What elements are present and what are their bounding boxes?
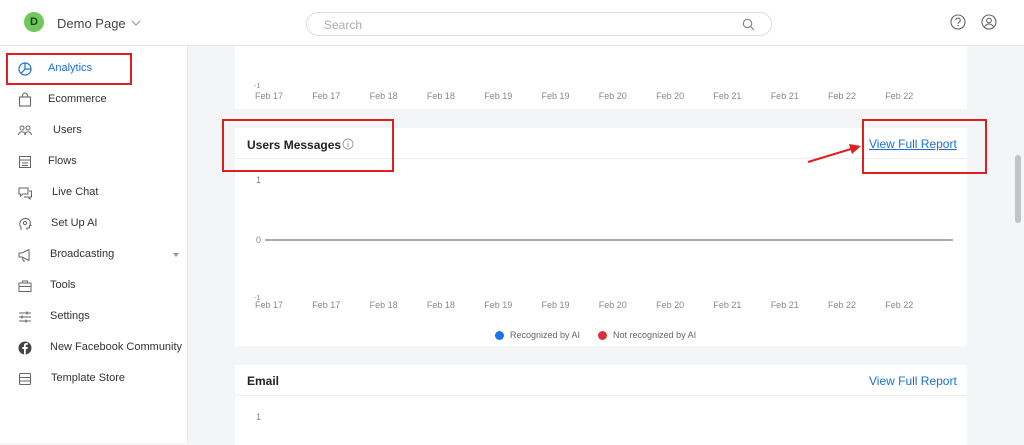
store-icon bbox=[19, 373, 31, 385]
x-tick-label: Feb 21 bbox=[713, 91, 742, 101]
toolbox-icon bbox=[18, 280, 32, 292]
page-switcher-label[interactable]: Demo Page bbox=[57, 16, 126, 31]
shopping-bag-icon bbox=[18, 92, 32, 107]
sidebar-item-label: Broadcasting bbox=[50, 248, 115, 260]
sidebar-item-broadcasting[interactable]: Broadcasting bbox=[0, 242, 188, 268]
sidebar-item-tools[interactable]: Tools bbox=[0, 273, 188, 299]
sidebar-item-label: Template Store bbox=[51, 372, 125, 384]
search-placeholder: Search bbox=[324, 18, 363, 32]
x-tick-label: Feb 21 bbox=[713, 300, 741, 310]
search-icon[interactable] bbox=[742, 18, 755, 31]
x-tick-label: Feb 18 bbox=[370, 300, 398, 310]
x-tick-label: Feb 17 bbox=[312, 91, 341, 101]
annotation-arrow bbox=[807, 144, 861, 163]
x-tick-label: Feb 19 bbox=[541, 91, 570, 101]
sidebar-item-set-up-ai[interactable]: Set Up AI bbox=[0, 211, 188, 237]
caret-down-icon[interactable] bbox=[172, 252, 180, 258]
y-tick-label: 1 bbox=[256, 175, 261, 185]
view-full-report-link[interactable]: View Full Report bbox=[869, 374, 957, 388]
x-tick-label: Feb 21 bbox=[771, 300, 799, 310]
email-card: Email View Full Report 1 bbox=[235, 365, 967, 445]
annotation-box-users-messages bbox=[222, 119, 394, 172]
legend-dot bbox=[598, 330, 608, 340]
sidebar-item-settings[interactable]: Settings bbox=[0, 304, 188, 330]
x-tick-label: Feb 20 bbox=[656, 300, 684, 310]
top-chart-x-axis: Feb 17 Feb 17 Feb 18 Feb 18 Feb 19 Feb 19 Feb … bbox=[235, 91, 967, 105]
x-tick-label: Feb 19 bbox=[484, 300, 512, 310]
x-tick-label: Feb 18 bbox=[426, 91, 455, 101]
x-tick-label: Feb 20 bbox=[598, 91, 627, 101]
legend-dot bbox=[495, 330, 504, 340]
users-messages-chart: 10-1Feb 17 Feb 17 Feb 18 Feb 18 Feb 19 Feb 19… bbox=[254, 175, 953, 310]
top-chart-card: -1 Feb 17 Feb 17 Feb 18 Feb 18 Feb 19 Feb 19 F… bbox=[235, 46, 967, 109]
x-tick-label: Feb 17 bbox=[312, 300, 340, 310]
sidebar-item-label: Settings bbox=[50, 310, 90, 322]
sidebar-item-label: Live Chat bbox=[52, 186, 99, 198]
sidebar-item-label: Set Up AI bbox=[51, 217, 98, 229]
sidebar-item-label: Users bbox=[53, 124, 82, 136]
user-profile-icon[interactable] bbox=[981, 14, 997, 30]
legend-item[interactable]: Not recognized by AI bbox=[598, 330, 696, 340]
x-tick-label: Feb 17 bbox=[255, 300, 283, 310]
users-icon bbox=[18, 125, 32, 136]
scrollbar-thumb[interactable] bbox=[1015, 155, 1021, 223]
sidebar: Analytics Ecommerce Users Flows Live Cha… bbox=[0, 46, 188, 443]
megaphone-icon bbox=[18, 248, 30, 262]
annotation-box-analytics bbox=[6, 53, 132, 85]
search-input[interactable]: Search bbox=[306, 12, 772, 36]
x-tick-label: Feb 20 bbox=[656, 91, 685, 101]
sidebar-item-template-store[interactable]: Template Store bbox=[0, 366, 188, 392]
chat-icon bbox=[18, 187, 32, 201]
card-divider bbox=[235, 395, 967, 396]
top-header: D Demo Page Search bbox=[0, 0, 1024, 46]
sidebar-item-flows[interactable]: Flows bbox=[0, 149, 188, 175]
legend-label: Recognized by AI bbox=[510, 330, 581, 340]
x-tick-label: Feb 22 bbox=[885, 91, 914, 101]
x-tick-label: Feb 22 bbox=[828, 91, 857, 101]
x-tick-label: Feb 22 bbox=[828, 300, 856, 310]
x-tick-label: Feb 19 bbox=[484, 91, 513, 101]
sidebar-item-label: Flows bbox=[48, 155, 77, 167]
annotation-box-view-report bbox=[862, 119, 987, 174]
sidebar-item-facebook-community[interactable]: New Facebook Community bbox=[0, 335, 188, 361]
flows-icon bbox=[19, 156, 31, 168]
sidebar-item-label: Ecommerce bbox=[48, 93, 107, 105]
x-tick-label: Feb 17 bbox=[255, 91, 284, 101]
chart-legend: Recognized by AI Not recognized by AI bbox=[495, 328, 714, 342]
y-tick-label: 0 bbox=[256, 235, 261, 245]
scrollbar-track[interactable] bbox=[1013, 46, 1024, 443]
legend-label: Not recognized by AI bbox=[613, 330, 697, 340]
x-tick-label: Feb 18 bbox=[427, 300, 455, 310]
sliders-icon bbox=[19, 311, 31, 323]
chevron-down-icon[interactable] bbox=[131, 18, 141, 28]
x-tick-label: Feb 19 bbox=[542, 300, 570, 310]
sidebar-item-ecommerce[interactable]: Ecommerce bbox=[0, 87, 188, 113]
ai-head-icon bbox=[19, 217, 32, 230]
x-tick-label: Feb 21 bbox=[770, 91, 799, 101]
page-avatar[interactable]: D bbox=[24, 12, 44, 32]
x-tick-label: Feb 20 bbox=[599, 300, 627, 310]
legend-item[interactable]: Recognized by AI bbox=[495, 330, 580, 340]
sidebar-item-label: Tools bbox=[50, 279, 76, 291]
card-title: Email bbox=[247, 374, 280, 388]
y-tick-label: 1 bbox=[256, 412, 262, 422]
x-tick-label: Feb 18 bbox=[369, 91, 398, 101]
sidebar-item-label: New Facebook Community bbox=[50, 341, 183, 353]
y-tick-min: -1 bbox=[254, 83, 261, 90]
x-tick-label: Feb 22 bbox=[885, 300, 913, 310]
help-icon[interactable] bbox=[950, 14, 966, 30]
sidebar-item-users[interactable]: Users bbox=[0, 118, 188, 144]
sidebar-item-live-chat[interactable]: Live Chat bbox=[0, 180, 188, 206]
facebook-icon bbox=[18, 341, 32, 355]
